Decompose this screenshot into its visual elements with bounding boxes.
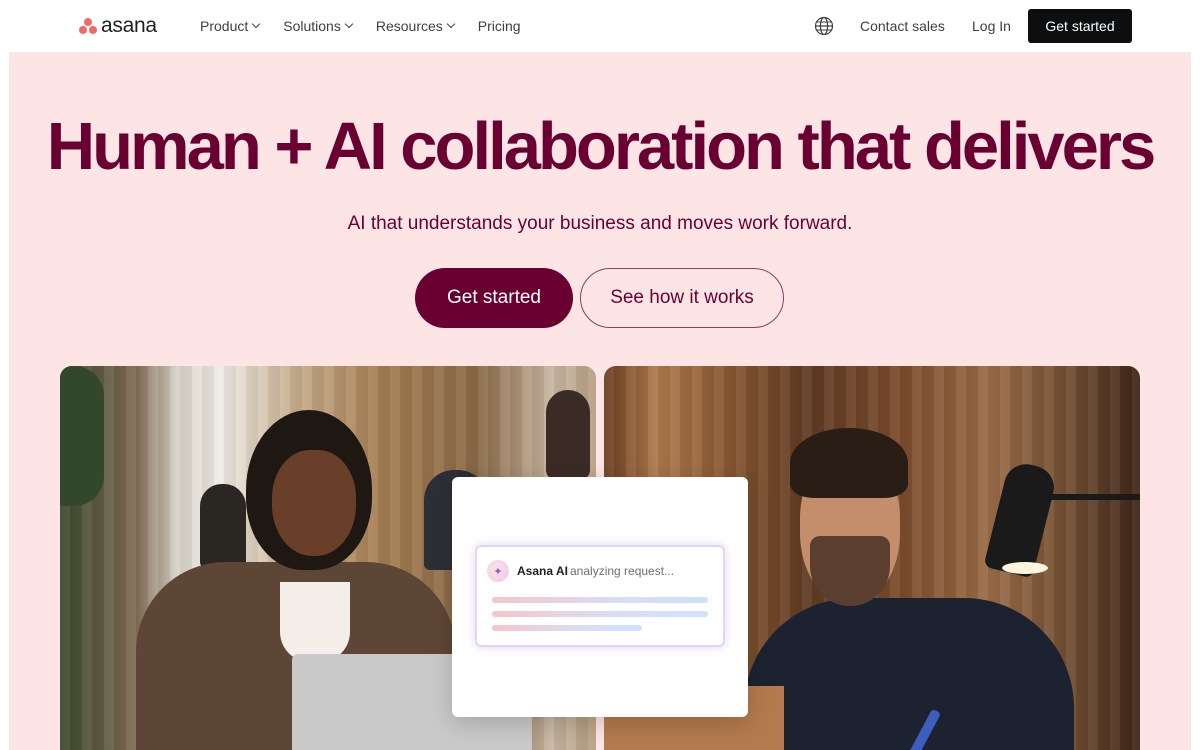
nav-menu: Product Solutions Resources Pricing: [200, 17, 545, 35]
top-navigation: asana Product Solutions Resources Pricin…: [0, 0, 1200, 52]
asana-logo[interactable]: asana: [78, 15, 157, 37]
lamp-light: [1002, 562, 1048, 574]
background-person: [200, 484, 246, 568]
nav-item-label: Product: [200, 18, 249, 34]
loading-bar: [492, 597, 708, 603]
ai-status-panel: ✦ Asana AI analyzing request...: [475, 545, 725, 647]
background-person: [546, 390, 590, 480]
ai-status-text: analyzing request...: [570, 564, 675, 578]
loading-bar: [492, 625, 642, 631]
log-in-link[interactable]: Log In: [972, 17, 1011, 35]
ai-preview-card: ✦ Asana AI analyzing request...: [452, 477, 748, 717]
nav-item-label: Resources: [375, 18, 443, 34]
loading-bar: [492, 611, 708, 617]
nav-item-pricing[interactable]: Pricing: [478, 17, 521, 35]
ai-name: Asana AI: [517, 564, 568, 578]
nav-item-label: Solutions: [283, 18, 341, 34]
see-how-it-works-button[interactable]: See how it works: [580, 268, 784, 328]
man-shirt: [744, 598, 1074, 750]
nav-item-label: Pricing: [477, 18, 521, 34]
contact-sales-link[interactable]: Contact sales: [860, 17, 945, 35]
globe-icon[interactable]: [814, 16, 834, 36]
man-hair: [790, 428, 908, 498]
hero-title: Human + AI collaboration that delivers: [46, 109, 1157, 184]
hero-subtitle: AI that understands your business and mo…: [347, 213, 853, 234]
nav-item-resources[interactable]: Resources: [375, 17, 456, 35]
woman-face: [272, 450, 356, 556]
asana-logo-icon: [78, 17, 98, 35]
plant: [60, 366, 104, 506]
woman-shirt: [280, 582, 350, 662]
logo-wordmark: asana: [101, 14, 157, 37]
chevron-down-icon: [344, 19, 354, 29]
nav-item-product[interactable]: Product: [200, 17, 261, 35]
get-started-button[interactable]: Get started: [415, 268, 573, 328]
nav-get-started-button[interactable]: Get started: [1028, 9, 1132, 43]
asana-ai-sparkle-icon: ✦: [487, 560, 509, 582]
nav-item-solutions[interactable]: Solutions: [283, 17, 354, 35]
chevron-down-icon: [252, 19, 261, 29]
chevron-down-icon: [446, 19, 456, 29]
